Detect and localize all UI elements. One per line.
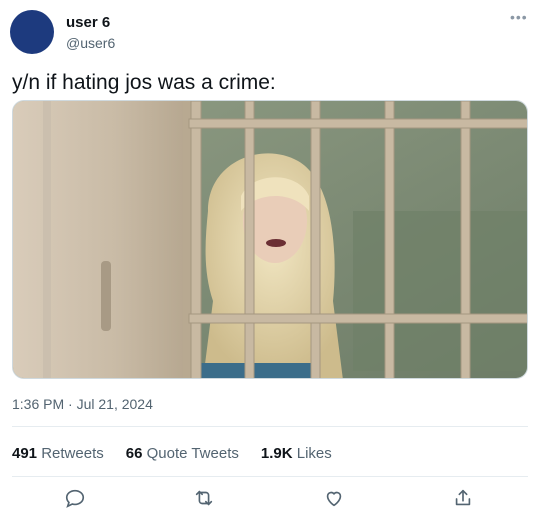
reply-icon[interactable] [64, 487, 88, 511]
likes-stat[interactable]: 1.9K Likes [261, 445, 332, 462]
retweets-label: Retweets [41, 445, 104, 462]
more-icon[interactable]: ••• [510, 9, 528, 25]
likes-label: Likes [296, 445, 332, 462]
like-icon[interactable] [323, 487, 347, 511]
likes-count: 1.9K [260, 445, 293, 462]
divider [12, 476, 528, 477]
tweet-timestamp[interactable]: 1:36 PM · Jul 21, 2024 [12, 396, 153, 412]
avatar[interactable] [10, 10, 54, 54]
tweet-media-image[interactable] [12, 100, 528, 379]
tweet-actions [0, 487, 540, 511]
tweet-text: y/n if hating jos was a crime: [12, 71, 276, 94]
quotes-count: 66 [125, 445, 143, 462]
author-handle[interactable]: @user6 [66, 35, 115, 51]
quotes-stat[interactable]: 66 Quote Tweets [126, 445, 239, 462]
quotes-label: Quote Tweets [146, 445, 239, 462]
share-icon[interactable] [452, 487, 476, 511]
tweet-stats: 491 Retweets 66 Quote Tweets 1.9K Likes [12, 445, 354, 462]
author-display-name[interactable]: user 6 [66, 14, 110, 31]
retweet-icon[interactable] [193, 487, 217, 511]
retweets-count: 491 [12, 445, 38, 462]
retweets-stat[interactable]: 491 Retweets [12, 445, 104, 462]
divider [12, 426, 528, 427]
